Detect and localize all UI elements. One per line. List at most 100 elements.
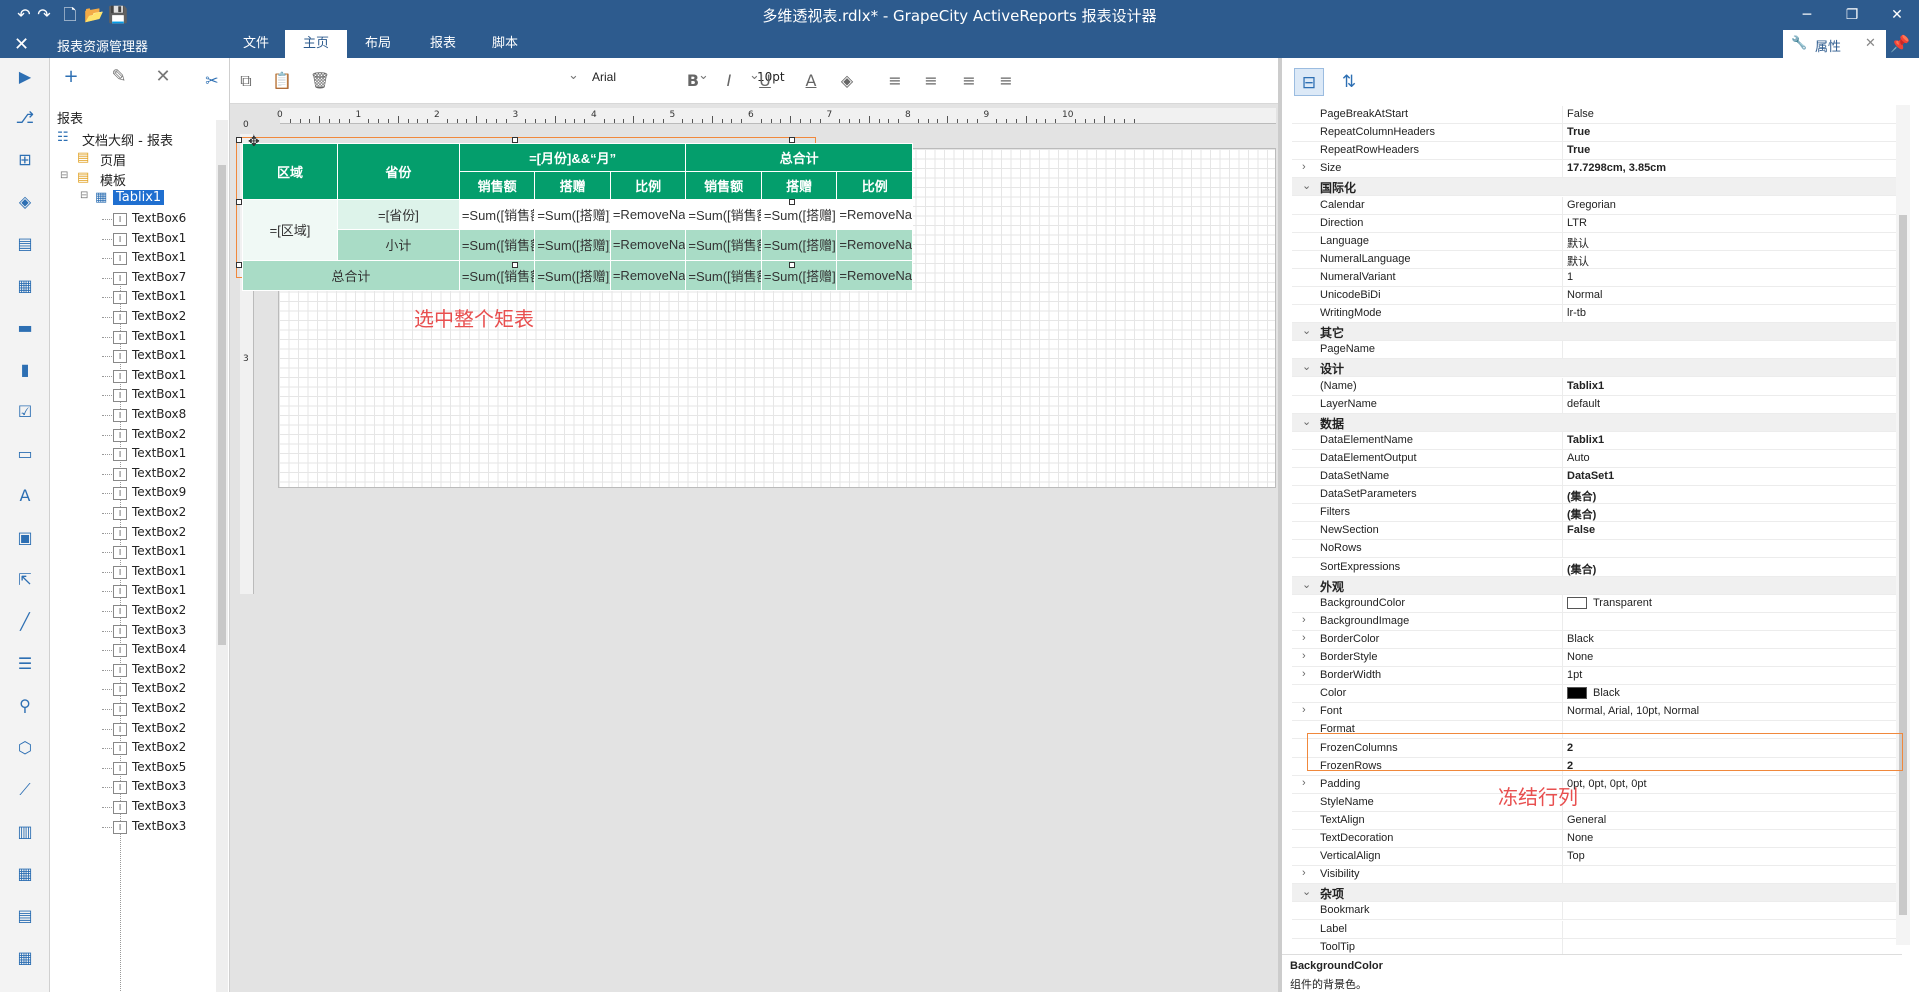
property-row[interactable]: › BorderColor Black: [1292, 630, 1902, 649]
header-ratio[interactable]: 比例: [609, 170, 687, 200]
tree-item-textbox[interactable]: TextBox3: [132, 819, 186, 833]
cell-sum-sales[interactable]: =Sum([销售额]): [458, 198, 536, 231]
header-total-sales[interactable]: 销售额: [685, 170, 762, 200]
property-category[interactable]: ⌄ 设计: [1292, 359, 1902, 378]
collapse-tablix-icon[interactable]: ⊟: [80, 190, 88, 201]
resize-handle[interactable]: [236, 199, 242, 205]
property-value[interactable]: 默认: [1567, 253, 1589, 269]
property-row[interactable]: (Name) Tablix1: [1292, 377, 1902, 396]
explorer-scrollbar[interactable]: [216, 120, 228, 992]
image-tool-icon[interactable]: ▣: [14, 527, 36, 549]
cell-grand-sales[interactable]: =Sum([销售额]): [458, 259, 536, 292]
property-row[interactable]: NoRows: [1292, 540, 1902, 559]
cell-total-sum-gift[interactable]: =Sum([搭赠]): [760, 198, 838, 231]
header-total-ratio[interactable]: 比例: [836, 170, 913, 200]
tablix-tool-icon[interactable]: ▦: [14, 947, 36, 969]
property-value[interactable]: True: [1567, 126, 1590, 138]
property-row[interactable]: DataSetName DataSet1: [1292, 468, 1902, 486]
property-value[interactable]: Normal: [1567, 289, 1602, 301]
resize-handle[interactable]: [236, 137, 242, 143]
resize-handle[interactable]: [789, 199, 795, 205]
close-explorer-icon[interactable]: ✕: [14, 34, 29, 55]
property-value[interactable]: General: [1567, 814, 1606, 826]
cell-grand-total[interactable]: 总合计: [242, 259, 460, 292]
formatted-text-tool-icon[interactable]: A: [14, 485, 36, 507]
property-row[interactable]: PageBreakAtStart False: [1292, 106, 1902, 124]
tree-item-textbox[interactable]: TextBox2: [132, 662, 186, 676]
cell-province[interactable]: =[省份]: [337, 198, 460, 231]
shape-tool-icon[interactable]: ⬡: [14, 737, 36, 759]
tree-item-page-header[interactable]: 页眉: [100, 150, 126, 169]
property-value[interactable]: Black: [1567, 687, 1620, 700]
cell-grand-total-gift[interactable]: =Sum([搭赠]): [760, 259, 838, 292]
property-value[interactable]: (集合): [1567, 488, 1596, 504]
property-value[interactable]: 1: [1567, 271, 1573, 283]
underline-button[interactable]: U: [753, 70, 777, 92]
property-value[interactable]: Gregorian: [1567, 199, 1616, 211]
justify-button[interactable]: ≡: [994, 70, 1018, 92]
tree-item-textbox[interactable]: TextBox8: [132, 407, 186, 421]
tree-item-textbox[interactable]: TextBox1: [132, 387, 186, 401]
cell-total-ratio[interactable]: =RemoveNaN(Sum(: [836, 198, 913, 231]
barcode-tool-icon[interactable]: ▦: [14, 275, 36, 297]
tree-root-report[interactable]: 报表: [57, 108, 83, 127]
tree-item-textbox[interactable]: TextBox6: [132, 211, 186, 225]
cut-icon[interactable]: ✂: [200, 70, 224, 92]
textbox-tool-icon[interactable]: ▤: [14, 233, 36, 255]
expand-chevron-icon[interactable]: ›: [1302, 867, 1306, 879]
tree-item-textbox[interactable]: TextBox2: [132, 427, 186, 441]
header-month[interactable]: =[月份]&&“月”: [458, 143, 687, 172]
collapse-icon[interactable]: ⊟: [60, 170, 68, 181]
property-value[interactable]: 1pt: [1567, 669, 1582, 681]
property-category[interactable]: ⌄ 国际化: [1292, 178, 1902, 197]
restore-button[interactable]: ❐: [1840, 4, 1864, 26]
cell-subtotal-total-gift[interactable]: =Sum([搭赠]): [760, 229, 838, 261]
property-row[interactable]: DataElementName Tablix1: [1292, 431, 1902, 450]
tree-item-textbox[interactable]: TextBox7: [132, 270, 186, 284]
property-row[interactable]: WritingMode lr-tb: [1292, 305, 1902, 324]
property-value[interactable]: Auto: [1567, 452, 1590, 464]
property-row[interactable]: Bookmark: [1292, 902, 1902, 921]
property-row[interactable]: RepeatColumnHeaders True: [1292, 124, 1902, 143]
property-row[interactable]: Calendar Gregorian: [1292, 196, 1902, 215]
property-row[interactable]: StyleName: [1292, 793, 1902, 812]
hierarchy-icon[interactable]: ⎇: [14, 107, 36, 129]
categorized-view-button[interactable]: ⊟: [1294, 68, 1324, 96]
property-value[interactable]: None: [1567, 651, 1593, 663]
align-left-button[interactable]: ≡: [883, 70, 907, 92]
property-value[interactable]: LTR: [1567, 217, 1587, 229]
tree-item-textbox[interactable]: TextBox1: [132, 329, 186, 343]
collapse-chevron-icon[interactable]: ⌄: [1302, 360, 1311, 373]
delete-item-icon[interactable]: 🗑: [308, 70, 332, 92]
cell-grand-ratio[interactable]: =RemoveNaN(Sum(: [609, 259, 687, 292]
layers-icon[interactable]: ◈: [14, 191, 36, 213]
expand-chevron-icon[interactable]: ›: [1302, 614, 1306, 626]
property-category[interactable]: ⌄ 外观: [1292, 576, 1902, 595]
property-row[interactable]: › Padding 0pt, 0pt, 0pt, 0pt: [1292, 775, 1902, 794]
expand-chevron-icon[interactable]: ›: [1302, 777, 1306, 789]
font-name-select[interactable]: Arial: [592, 70, 616, 84]
property-value[interactable]: False: [1567, 524, 1595, 536]
input-field-tool-icon[interactable]: ⇱: [14, 569, 36, 591]
collapse-chevron-icon[interactable]: ⌄: [1302, 415, 1311, 428]
property-row[interactable]: › BackgroundImage: [1292, 612, 1902, 631]
tree-item-tablix[interactable]: Tablix1: [113, 190, 165, 205]
checkbox-tool-icon[interactable]: ☑: [14, 401, 36, 423]
bold-button[interactable]: B: [681, 70, 705, 92]
tree-item-textbox[interactable]: TextBox1: [132, 564, 186, 578]
cell-subtotal[interactable]: 小计: [337, 229, 460, 261]
sorted-view-button[interactable]: ⇅: [1334, 68, 1364, 96]
container-tool-icon[interactable]: ▭: [14, 443, 36, 465]
chart-tool-icon[interactable]: ▮: [14, 359, 36, 381]
header-sales[interactable]: 销售额: [458, 170, 536, 200]
cell-subtotal-total-ratio[interactable]: =RemoveNaN(Sum(: [836, 229, 913, 261]
tab-file[interactable]: 文件: [238, 30, 274, 58]
tree-item-textbox[interactable]: TextBox9: [132, 485, 186, 499]
property-value[interactable]: lr-tb: [1567, 307, 1586, 319]
move-handle-icon[interactable]: ✥: [248, 134, 260, 150]
close-window-button[interactable]: ✕: [1885, 4, 1909, 26]
property-value[interactable]: None: [1567, 832, 1593, 844]
tablix[interactable]: 区域 省份 =[月份]&&“月” 总合计 销售额 搭赠 比例 销售额 搭赠 比例…: [242, 143, 913, 292]
tree-item-textbox[interactable]: TextBox2: [132, 721, 186, 735]
property-value[interactable]: Normal, Arial, 10pt, Normal: [1567, 705, 1699, 717]
